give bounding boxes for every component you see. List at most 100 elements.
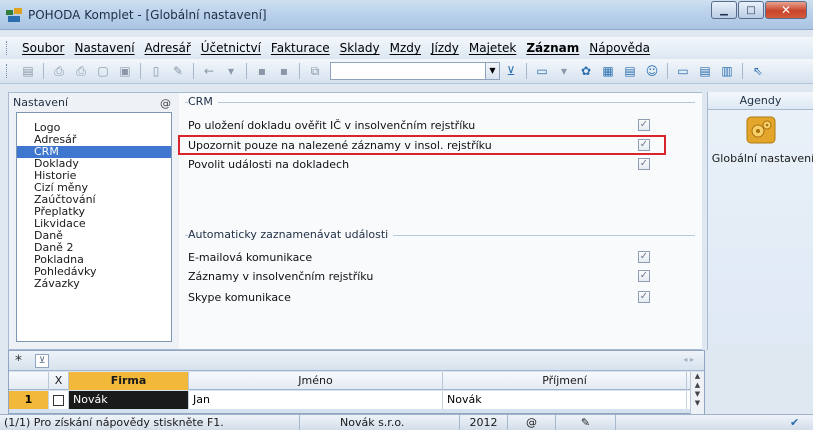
status-hint: (1/1) Pro získání nápovědy stiskněte F1.: [0, 414, 300, 430]
column-firma-header[interactable]: Firma: [69, 372, 189, 390]
cell-prijmeni[interactable]: Novák: [443, 391, 687, 409]
menu-napoveda[interactable]: Nápověda: [584, 41, 655, 55]
crm-option-row: Po uložení dokladu ověřit IČ v insolvenč…: [188, 117, 668, 133]
option-checkbox[interactable]: ✓: [638, 158, 650, 170]
save-icon[interactable]: ▪: [254, 63, 270, 79]
menu-fakturace[interactable]: Fakturace: [266, 41, 335, 55]
menu-jizdy[interactable]: Jízdy: [426, 41, 464, 55]
grid-scrollbar[interactable]: ▲ ▲ ▼ ▼: [690, 372, 704, 414]
print-icon[interactable]: ⎙: [51, 63, 67, 79]
toolbar-separator: [140, 63, 141, 79]
gears-icon[interactable]: [746, 116, 776, 144]
status-email: @: [508, 414, 556, 430]
option-label: Povolit události na dokladech: [188, 157, 350, 171]
status-ok-icon: ✔: [790, 415, 800, 429]
print-preview-icon[interactable]: ⎙: [73, 63, 89, 79]
new-record-star[interactable]: *: [15, 353, 22, 369]
option-label: Záznamy v insolvenčním rejstříku: [188, 269, 374, 283]
grid-header: X Firma Jméno Příjmení: [9, 372, 704, 390]
menu-sklady[interactable]: Sklady: [335, 41, 385, 55]
edit-icon[interactable]: ✎: [170, 63, 186, 79]
status-year: 2012: [460, 414, 508, 430]
auto-option-row: E-mailová komunikace ✓: [188, 249, 668, 265]
window-title: POHODA Komplet - [Globální nastavení]: [28, 8, 267, 22]
plant-icon[interactable]: ✿: [578, 63, 594, 79]
agenda-globalni-nastaveni[interactable]: Globální nastavení: [711, 152, 813, 165]
list-icon[interactable]: ▤: [697, 63, 713, 79]
menu-ucetnictvi[interactable]: Účetnictví: [196, 41, 266, 55]
grid-nav-arrows-icon[interactable]: ◂ ▸: [683, 355, 694, 364]
form-icon[interactable]: ▥: [719, 63, 735, 79]
menu-mzdy[interactable]: Mzdy: [385, 41, 426, 55]
window-controls: ▁ □ ✕: [710, 1, 807, 20]
minimize-button[interactable]: ▁: [711, 1, 737, 19]
toolbar-separator: [526, 63, 527, 79]
row-checkbox[interactable]: [49, 391, 69, 409]
help-pointer-icon[interactable]: ⇖: [750, 63, 766, 79]
work-area: Nastavení @ Logo Adresář CRM Doklady His…: [8, 92, 702, 350]
toolbar-separator: [43, 63, 44, 79]
title-bar: POHODA Komplet - [Globální nastavení] ▁ …: [0, 0, 813, 30]
at-icon[interactable]: @: [160, 97, 171, 110]
row-number-header: [9, 372, 49, 390]
filter-icon[interactable]: ⊻: [35, 354, 49, 368]
toolbar-separator: [299, 63, 300, 79]
back-icon[interactable]: ←: [201, 63, 217, 79]
toolbar-separator: [246, 63, 247, 79]
cell-jmeno[interactable]: Jan: [189, 391, 443, 409]
window-icon[interactable]: ▭: [675, 63, 691, 79]
option-label: Po uložení dokladu ověřit IČ v insolvenč…: [188, 118, 476, 132]
calculator-icon[interactable]: ▤: [622, 63, 638, 79]
users-icon[interactable]: ☺: [644, 63, 660, 79]
crm-group-line: [185, 102, 695, 103]
search-combo[interactable]: ▼: [330, 62, 500, 80]
auto-option-row: Záznamy v insolvenčním rejstříku ✓: [188, 268, 668, 284]
cell-firma[interactable]: Novák: [69, 391, 189, 409]
filter-icon[interactable]: ⊻: [503, 63, 519, 79]
nav-dropdown-icon[interactable]: ▾: [223, 63, 239, 79]
crm-legend: CRM: [188, 95, 218, 108]
menu-majetek[interactable]: Majetek: [464, 41, 521, 55]
status-bar: (1/1) Pro získání nápovědy stiskněte F1.…: [0, 414, 813, 430]
new-document-icon[interactable]: ▯: [148, 63, 164, 79]
close-button[interactable]: ✕: [765, 1, 807, 19]
folder-icon[interactable]: ▭: [534, 63, 550, 79]
export-icon[interactable]: ▣: [117, 63, 133, 79]
copy-icon[interactable]: ⧉: [307, 63, 323, 79]
grid-toolbar: * ⊻ ◂ ▸: [9, 351, 704, 371]
option-checkbox[interactable]: ✓: [638, 119, 650, 131]
toolbar-separator: [193, 63, 194, 79]
table-icon[interactable]: ▦: [600, 63, 616, 79]
menu-nastaveni[interactable]: Nastavení: [69, 41, 139, 55]
highlight-frame: [178, 135, 666, 155]
option-checkbox[interactable]: ✓: [638, 251, 650, 263]
menu-zaznam[interactable]: Záznam: [521, 41, 584, 55]
record-icon[interactable]: ▤: [20, 63, 36, 79]
toolbar-separator: [742, 63, 743, 79]
column-prijmeni-header[interactable]: Příjmení: [443, 372, 687, 390]
auto-events-legend: Automaticky zaznamenávat události: [188, 228, 394, 241]
menu-adresar[interactable]: Adresář: [140, 41, 196, 55]
folder-dropdown-icon[interactable]: ▾: [556, 63, 572, 79]
toolbar: ▤ ⎙ ⎙ ▢ ▣ ▯ ✎ ← ▾ ▪ ▪ ⧉ ▼ ⊻ ▭ ▾ ✿ ▦ ▤ ☺ …: [0, 59, 813, 84]
settings-panel: Nastavení @ Logo Adresář CRM Doklady His…: [9, 93, 179, 349]
toolbar-grip: [6, 64, 9, 78]
pohoda-logo-icon: [6, 8, 22, 22]
option-checkbox[interactable]: ✓: [638, 270, 650, 282]
preview-icon[interactable]: ▢: [95, 63, 111, 79]
save-all-icon[interactable]: ▪: [276, 63, 292, 79]
option-label: E-mailová komunikace: [188, 250, 313, 264]
settings-item-zavazky[interactable]: Závazky: [17, 278, 171, 290]
maximize-button[interactable]: □: [738, 1, 764, 19]
column-x-header[interactable]: X: [49, 372, 69, 390]
toolbar-separator: [667, 63, 668, 79]
menu-soubor[interactable]: Soubor: [17, 41, 69, 55]
column-jmeno-header[interactable]: Jméno: [189, 372, 443, 390]
settings-list[interactable]: Logo Adresář CRM Doklady Historie Cizí m…: [16, 112, 172, 342]
chevron-down-icon[interactable]: ▼: [485, 63, 499, 79]
status-spacer: [616, 415, 786, 430]
crm-panel: CRM Po uložení dokladu ověřit IČ v insol…: [181, 93, 702, 349]
settings-legend: Nastavení: [13, 96, 69, 109]
table-row[interactable]: 1 Novák Jan Novák: [9, 391, 704, 409]
option-checkbox[interactable]: ✓: [638, 291, 650, 303]
